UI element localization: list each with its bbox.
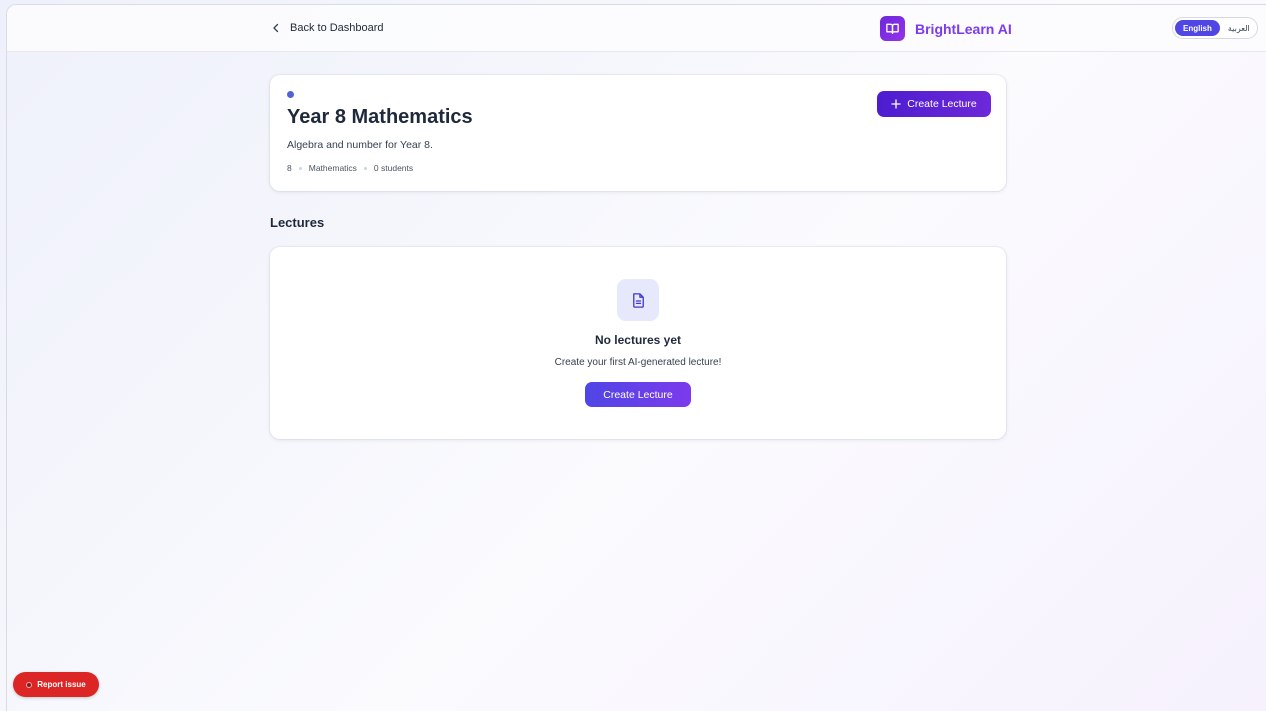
language-switcher: English العربية: [1172, 17, 1258, 39]
course-student-count: 0 students: [373, 163, 414, 173]
back-to-dashboard-link[interactable]: Back to Dashboard: [270, 19, 384, 37]
plus-icon: [891, 99, 901, 109]
brand-name: BrightLearn AI: [915, 20, 1012, 37]
empty-state-subtitle: Create your first AI-generated lecture!: [554, 357, 722, 368]
empty-state-title: No lectures yet: [594, 333, 682, 347]
course-color-dot: [287, 91, 294, 98]
report-issue-button[interactable]: Report issue: [13, 672, 99, 697]
meta-separator: [363, 166, 367, 170]
meta-separator: [298, 166, 302, 170]
create-lecture-button[interactable]: Create Lecture: [877, 91, 991, 117]
top-navigation-bar: Back to Dashboard BrightLearn AI English…: [7, 5, 1266, 52]
report-issue-label: Report issue: [37, 680, 86, 689]
course-description: Algebra and number for Year 8.: [287, 139, 433, 151]
course-grade: 8: [287, 163, 292, 173]
chevron-left-icon: [273, 23, 279, 33]
language-option-english[interactable]: English: [1175, 20, 1220, 36]
lectures-heading: Lectures: [270, 215, 325, 230]
course-subject: Mathematics: [308, 163, 357, 173]
open-book-icon: [880, 16, 905, 41]
bug-icon: [26, 681, 33, 688]
brand[interactable]: BrightLearn AI: [880, 16, 1012, 41]
page-title: Year 8 Mathematics: [287, 106, 473, 128]
course-meta: 8 Mathematics 0 students: [287, 163, 413, 173]
create-first-lecture-button[interactable]: Create Lecture: [585, 382, 691, 407]
back-link-label: Back to Dashboard: [290, 22, 384, 34]
language-option-arabic[interactable]: العربية: [1220, 20, 1258, 36]
lectures-empty-state: No lectures yet Create your first AI-gen…: [270, 247, 1006, 439]
app-window: Back to Dashboard BrightLearn AI English…: [6, 4, 1266, 711]
create-lecture-label: Create Lecture: [907, 98, 977, 110]
course-header-card: Year 8 Mathematics Algebra and number fo…: [270, 75, 1006, 191]
document-icon: [617, 279, 659, 321]
